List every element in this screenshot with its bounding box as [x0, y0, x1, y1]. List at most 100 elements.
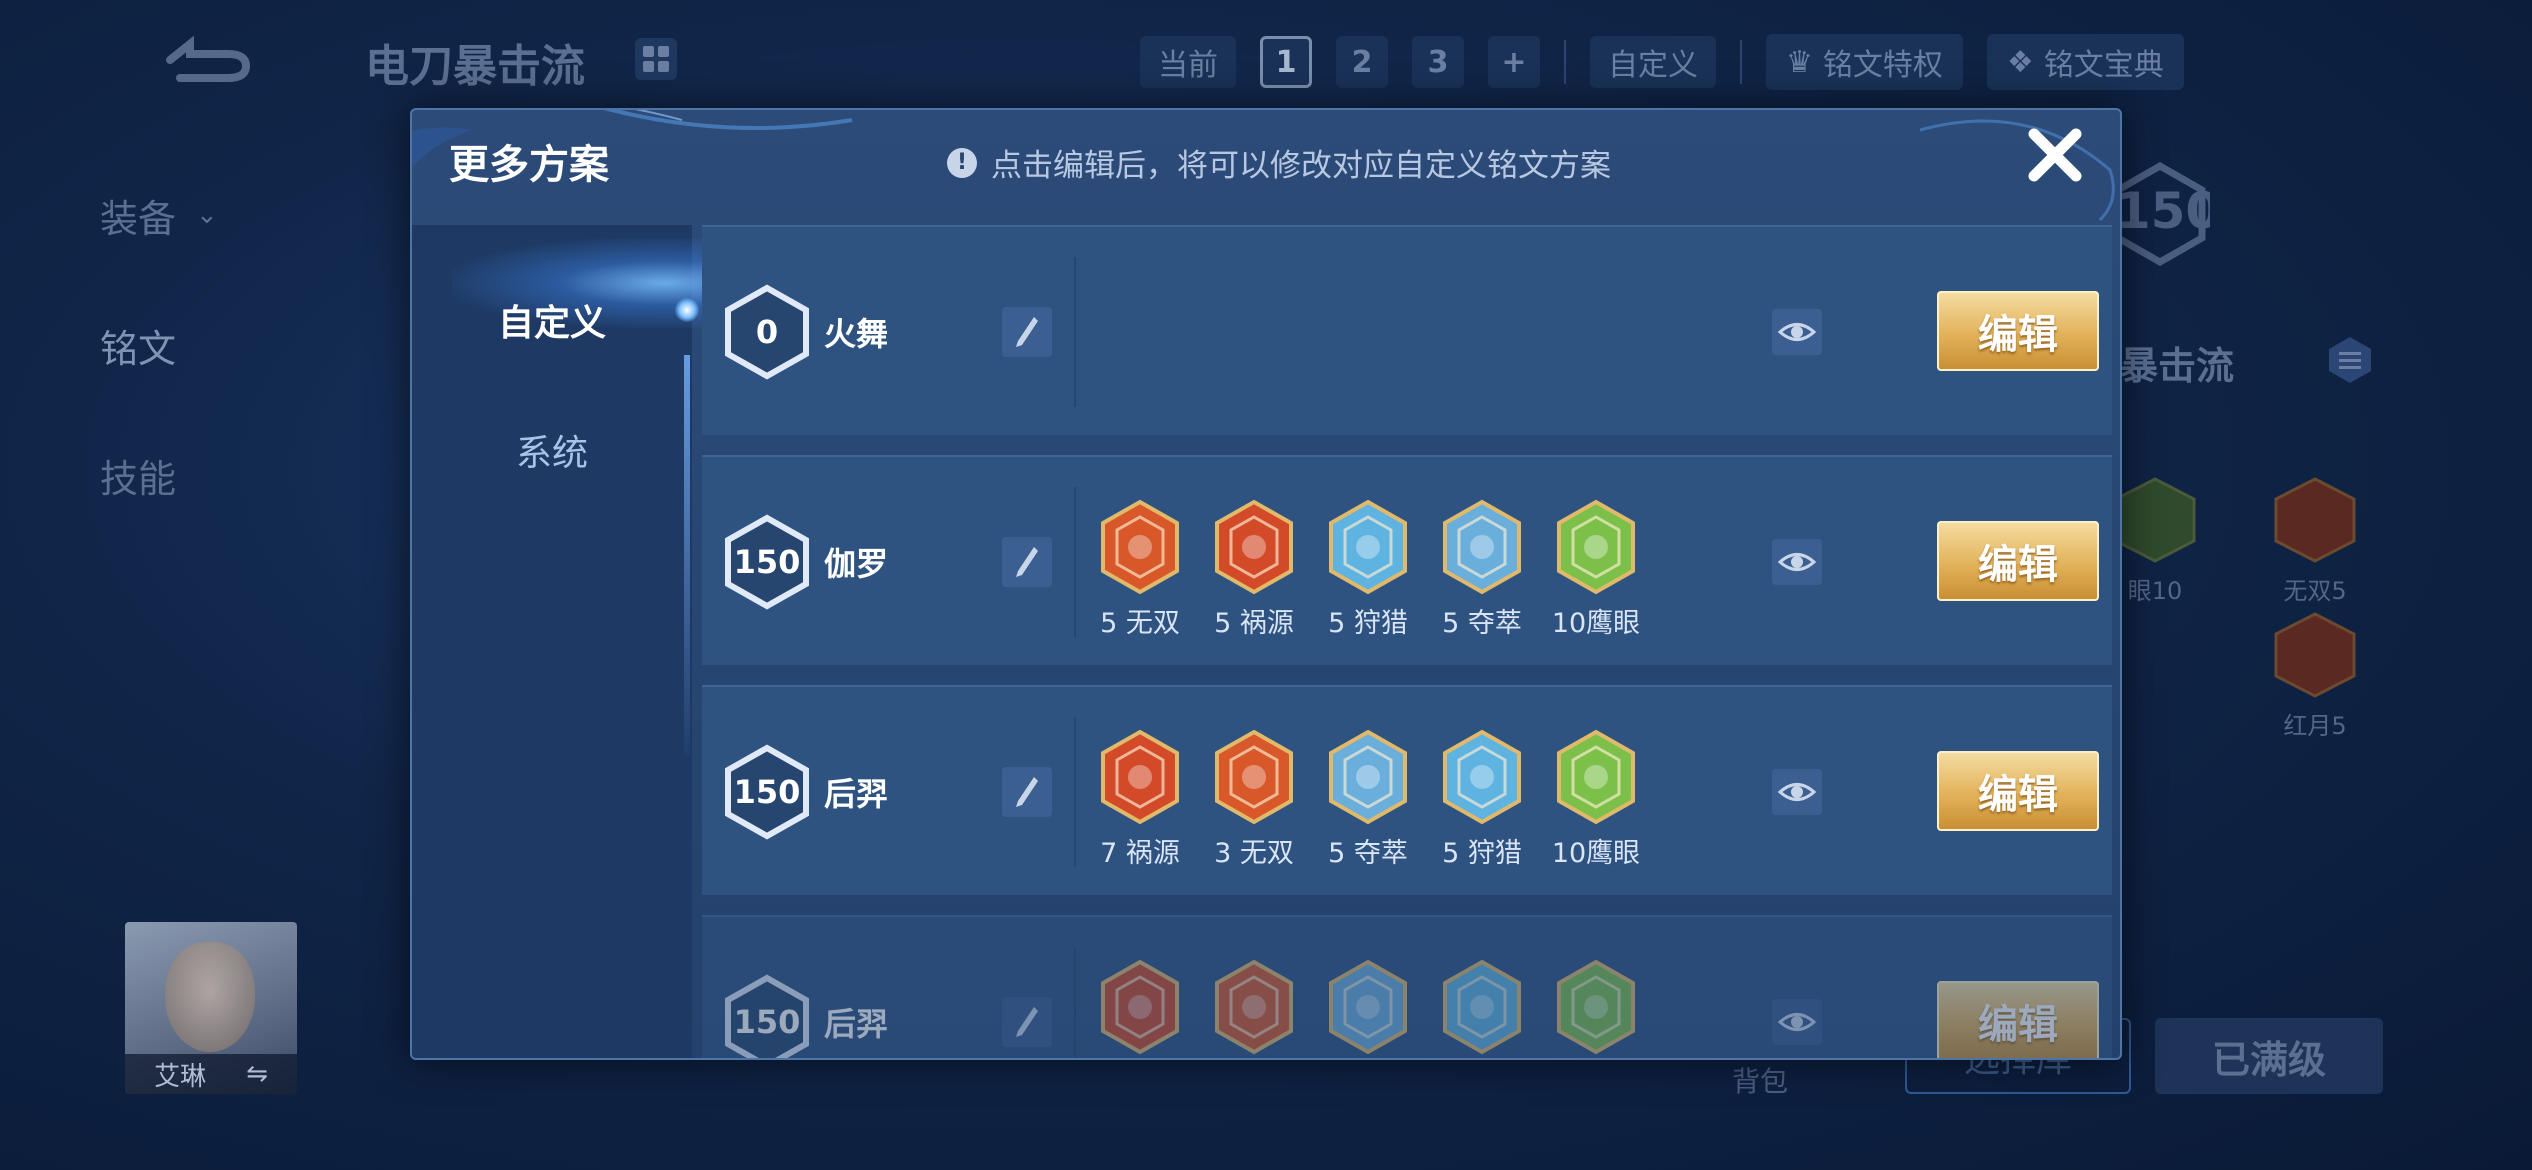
svg-text:150: 150	[2116, 182, 2210, 240]
rune-label: 3 无双	[1214, 838, 1294, 869]
rune-preview: 无双5	[2270, 475, 2360, 606]
level-value: 150	[733, 773, 801, 811]
rune-label: 7 祸源	[1100, 838, 1180, 869]
divider	[1074, 947, 1076, 1058]
pencil-icon	[1016, 777, 1038, 807]
rune-privilege-label: 铭文特权	[1822, 48, 1943, 83]
rune-codex-button[interactable]: ❖ 铭文宝典	[1986, 34, 2184, 90]
scheme-slot-3[interactable]: 3	[1412, 36, 1464, 88]
info-icon: !	[947, 147, 977, 178]
tab-system[interactable]: 系统	[412, 400, 692, 500]
current-label: 当前	[1140, 36, 1236, 88]
grid-icon[interactable]	[635, 38, 677, 80]
rune-slot[interactable]: 5 夺萃	[1325, 729, 1411, 870]
bag-label[interactable]: 背包	[1732, 1060, 1788, 1100]
edit-button[interactable]: 编辑	[1937, 981, 2099, 1058]
rename-button[interactable]	[1002, 537, 1052, 587]
scheme-row: 150 伽罗 5 无双 5 祸源 5 狩猎 5 夺萃 10鹰眼 编辑	[702, 455, 2112, 665]
preview-button[interactable]	[1772, 539, 1822, 585]
scheme-list: 0 火舞 编辑 150 伽罗 5 无双 5 祸源 5 狩猎 5 夺萃 10鹰眼 …	[702, 225, 2112, 1058]
swap-icon[interactable]: ⇋	[246, 1059, 268, 1089]
back-icon[interactable]	[150, 30, 260, 90]
level-badge: 0	[722, 284, 812, 380]
duocui-rune-icon	[1329, 729, 1407, 825]
chevron-down-icon: ⌄	[196, 200, 218, 230]
rune-list	[1097, 959, 1639, 1058]
hero-scheme-name: 后羿	[824, 1005, 889, 1043]
rune-slot[interactable]: 5 狩猎	[1325, 499, 1411, 640]
rune-slot[interactable]: 5 夺萃	[1439, 499, 1525, 640]
preview-button[interactable]	[1772, 999, 1822, 1045]
scheme-name-bg: 暴击流	[2120, 344, 2235, 388]
side-menu-skills[interactable]: 技能	[100, 410, 320, 540]
rename-button[interactable]	[1002, 767, 1052, 817]
add-scheme-button[interactable]: +	[1488, 36, 1540, 88]
preview-button[interactable]	[1772, 309, 1822, 355]
shoulie-rune-icon	[1329, 499, 1407, 595]
main-side-menu: 装备 ⌄ 铭文 技能	[100, 150, 320, 540]
rune-slot[interactable]: 5 狩猎	[1439, 729, 1525, 870]
rune-privilege-button[interactable]: ♛ 铭文特权	[1766, 34, 1963, 90]
duocui-rune-icon	[1329, 959, 1407, 1055]
rename-button[interactable]	[1002, 997, 1052, 1047]
maxed-level-button[interactable]: 已满级	[2155, 1018, 2383, 1094]
hero-scheme-name: 火舞	[824, 315, 889, 353]
side-menu-equipment[interactable]: 装备 ⌄	[100, 150, 320, 280]
close-button[interactable]	[2022, 122, 2088, 188]
tab-custom[interactable]: 自定义	[412, 270, 692, 370]
rune-label: 10鹰眼	[1551, 838, 1641, 869]
scheme-title: 电刀暴击流	[365, 41, 585, 92]
eye-icon	[1777, 1013, 1817, 1031]
rune-preview: 红月5	[2270, 610, 2360, 741]
divider	[1740, 40, 1742, 84]
rune-slot[interactable]	[1325, 959, 1411, 1058]
rune-label: 5 狩猎	[1328, 608, 1408, 639]
hero-avatar[interactable]: 艾琳 ⇋	[125, 922, 297, 1094]
rune-slot[interactable]	[1553, 959, 1639, 1058]
yingyan-rune-icon	[1557, 729, 1635, 825]
preview-button[interactable]	[1772, 769, 1822, 815]
huoyuan-rune-icon	[1215, 499, 1293, 595]
rune-slot[interactable]: 5 祸源	[1211, 499, 1297, 640]
rune-list: 7 祸源 3 无双 5 夺萃 5 狩猎 10鹰眼	[1097, 729, 1641, 870]
level-value: 0	[755, 313, 779, 351]
rune-list: 5 无双 5 祸源 5 狩猎 5 夺萃 10鹰眼	[1097, 499, 1640, 640]
scheme-row: 0 火舞 编辑	[702, 225, 2112, 435]
pencil-icon	[1016, 317, 1038, 347]
divider	[1074, 717, 1076, 867]
edit-button[interactable]: 编辑	[1937, 291, 2099, 371]
rune-slot[interactable]	[1211, 959, 1297, 1058]
edit-button[interactable]: 编辑	[1937, 751, 2099, 831]
menu-icon[interactable]	[2325, 335, 2375, 385]
rune-slot[interactable]	[1097, 959, 1183, 1058]
rune-slot[interactable]: 10鹰眼	[1551, 729, 1641, 870]
yingyan-rune-icon	[1557, 959, 1635, 1055]
close-icon	[2028, 128, 2082, 182]
decorative-swirl	[1919, 119, 2115, 222]
rune-label: 5 祸源	[1214, 608, 1294, 639]
custom-scheme-button[interactable]: 自定义	[1590, 36, 1716, 88]
wushuang-rune-icon	[1101, 499, 1179, 595]
scheme-slot-1[interactable]: 1	[1260, 36, 1312, 88]
rune-slot[interactable]: 10鹰眼	[1552, 499, 1640, 640]
more-schemes-modal: 更多方案 ! 点击编辑后，将可以修改对应自定义铭文方案 自定义 系统 0 火舞	[410, 108, 2122, 1060]
rune-label: 5 夺萃	[1328, 838, 1408, 869]
rune-preview: 眼10	[2110, 475, 2200, 606]
level-badge: 150	[722, 744, 812, 840]
huoyuan-rune-icon	[1101, 729, 1179, 825]
scheme-slot-2[interactable]: 2	[1336, 36, 1388, 88]
level-badge: 150	[722, 974, 812, 1058]
rune-slot[interactable]: 5 无双	[1097, 499, 1183, 640]
rune-slot[interactable]: 7 祸源	[1097, 729, 1183, 870]
rune-slot[interactable]	[1439, 959, 1525, 1058]
side-menu-runes[interactable]: 铭文	[100, 280, 320, 410]
level-badge: 150	[722, 514, 812, 610]
rune-slot[interactable]: 3 无双	[1211, 729, 1297, 870]
shoulie-rune-icon	[1443, 959, 1521, 1055]
divider	[1564, 40, 1566, 84]
book-icon: ❖	[2006, 44, 2034, 80]
edit-button[interactable]: 编辑	[1937, 521, 2099, 601]
rename-button[interactable]	[1002, 307, 1052, 357]
rune-codex-label: 铭文宝典	[2043, 48, 2164, 83]
eye-icon	[1777, 553, 1817, 571]
